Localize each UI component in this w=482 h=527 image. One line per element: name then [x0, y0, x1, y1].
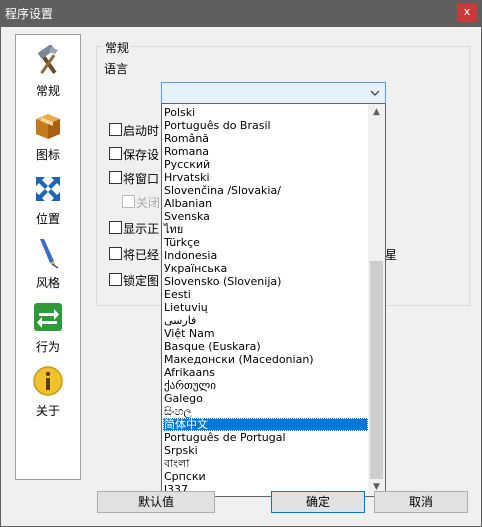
- checkbox-box[interactable]: [109, 171, 122, 184]
- sidebar-item-label: 常规: [35, 84, 60, 98]
- language-option[interactable]: Slovenčina /Slovakia/: [163, 184, 368, 197]
- swap-arrows-icon: [34, 303, 62, 331]
- default-button[interactable]: 默认值: [97, 491, 215, 513]
- language-option[interactable]: 简体中文: [163, 418, 368, 431]
- scroll-up-button[interactable]: ▲: [368, 104, 385, 121]
- tools-icon: [37, 45, 58, 74]
- checkbox-box[interactable]: [109, 247, 122, 260]
- language-option[interactable]: Polski: [163, 106, 368, 119]
- language-option[interactable]: Українська: [163, 262, 368, 275]
- cancel-button[interactable]: 取消: [374, 491, 468, 513]
- language-option[interactable]: فارسی: [163, 314, 368, 327]
- language-option[interactable]: සිංහල: [163, 405, 368, 418]
- language-option[interactable]: Hrvatski: [163, 171, 368, 184]
- title-bar: 程序设置 x: [0, 0, 482, 26]
- move-arrows-icon: [36, 177, 60, 201]
- checkbox-box: [122, 195, 135, 208]
- checkbox-box[interactable]: [109, 221, 122, 234]
- language-option[interactable]: বাংলা: [163, 457, 368, 470]
- checkbox-box[interactable]: [109, 147, 122, 160]
- sidebar-item-label: 图标: [35, 148, 60, 162]
- language-option[interactable]: Romana: [163, 145, 368, 158]
- language-label: 语言: [104, 62, 129, 76]
- sidebar-item-general[interactable]: 常规: [16, 41, 80, 101]
- language-option[interactable]: Afrikaans: [163, 366, 368, 379]
- language-option[interactable]: Русский: [163, 158, 368, 171]
- language-option[interactable]: Português do Brasil: [163, 119, 368, 132]
- language-option[interactable]: ไทย: [163, 223, 368, 236]
- language-dropdown-list[interactable]: Polski Português do Brasil Română Romana Рус…: [161, 103, 386, 497]
- sidebar-item-position[interactable]: 位置: [16, 169, 80, 229]
- checkbox-label: 保存设: [123, 148, 160, 162]
- scroll-thumb[interactable]: [370, 261, 383, 479]
- checkbox-label: 将已经: [123, 248, 160, 262]
- checkbox-label: 锁定图: [123, 274, 160, 288]
- sidebar-item-label: 位置: [35, 212, 60, 226]
- sidebar-nav: 常规 图标 位置 风格 行为 关于: [15, 34, 81, 480]
- checkbox-label: 启动时: [123, 124, 160, 138]
- language-option[interactable]: Basque (Euskara): [163, 340, 368, 353]
- sidebar-item-about[interactable]: 关于: [16, 361, 80, 421]
- sidebar-item-behavior[interactable]: 行为: [16, 297, 80, 357]
- sidebar-item-label: 关于: [35, 404, 60, 418]
- sidebar-item-label: 行为: [35, 340, 60, 354]
- checkbox-label: 将窗口: [123, 172, 160, 186]
- language-option[interactable]: Việt Nam: [163, 327, 368, 340]
- language-option[interactable]: Indonesia: [163, 249, 368, 262]
- dropdown-scrollbar[interactable]: ▲ ▼: [368, 104, 385, 496]
- language-select[interactable]: [161, 82, 386, 105]
- language-option[interactable]: Srpski: [163, 444, 368, 457]
- language-option[interactable]: Türkçe: [163, 236, 368, 249]
- sidebar-item-label: 风格: [35, 276, 60, 290]
- language-option[interactable]: Português de Portugal: [163, 431, 368, 444]
- language-option[interactable]: Galego: [163, 392, 368, 405]
- language-option[interactable]: Svenska: [163, 210, 368, 223]
- checkbox-label: 显示正: [123, 222, 160, 236]
- package-icon: [36, 114, 60, 139]
- window-title: 程序设置: [5, 7, 54, 21]
- language-option[interactable]: ქართული: [163, 379, 368, 392]
- checkbox-label: 关闭: [136, 196, 161, 210]
- checkbox-box[interactable]: [109, 123, 122, 136]
- language-option[interactable]: Slovensko (Slovenija): [163, 275, 368, 288]
- info-icon: [33, 366, 63, 396]
- language-option[interactable]: Lietuvių: [163, 301, 368, 314]
- language-option[interactable]: Eesti: [163, 288, 368, 301]
- sidebar-item-icons[interactable]: 图标: [16, 105, 80, 165]
- group-title: 常规: [103, 39, 132, 56]
- language-option[interactable]: Română: [163, 132, 368, 145]
- chevron-down-icon: [370, 90, 380, 96]
- language-option[interactable]: Albanian: [163, 197, 368, 210]
- language-option[interactable]: Македонски (Macedonian): [163, 353, 368, 366]
- close-button[interactable]: x: [457, 3, 477, 22]
- pen-nib-icon: [40, 239, 59, 269]
- ok-button[interactable]: 确定: [271, 491, 365, 513]
- language-option[interactable]: Српски: [163, 470, 368, 483]
- checkbox-box[interactable]: [109, 273, 122, 286]
- checkbox-label-fragment: 星: [385, 248, 398, 262]
- sidebar-item-style[interactable]: 风格: [16, 233, 80, 293]
